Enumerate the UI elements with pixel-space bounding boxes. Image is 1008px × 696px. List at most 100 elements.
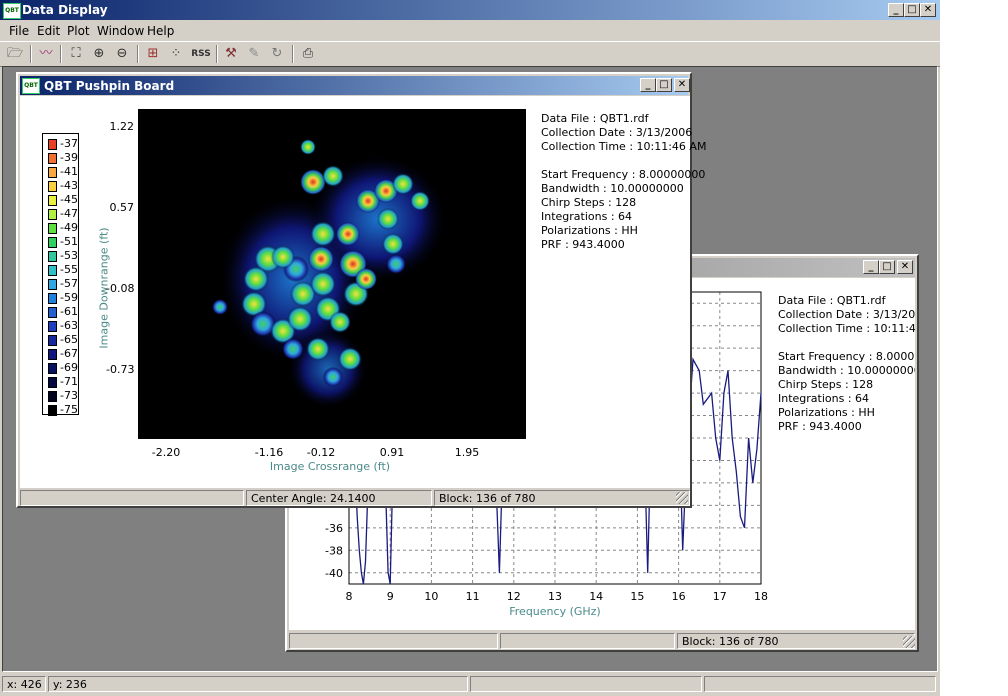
menu-window[interactable]: Window: [97, 24, 144, 38]
x-tick-label: 10: [424, 590, 438, 603]
legend-swatch: [48, 265, 57, 276]
legend-label: -53: [60, 249, 78, 262]
legend-swatch: [48, 195, 57, 206]
frequency-info-panel: Data File : QBT1.rdf Collection Date : 3…: [778, 294, 915, 434]
frequency-status-blank: [289, 633, 498, 649]
status-panel: [704, 676, 936, 692]
legend-swatch: [48, 153, 57, 164]
pushpin-minimize-button[interactable]: _: [640, 78, 656, 92]
legend-label: -47: [60, 207, 78, 220]
sar-image-heatmap[interactable]: [138, 109, 526, 439]
legend-swatch: [48, 167, 57, 178]
pin-icon[interactable]: ✎: [244, 44, 264, 64]
legend-swatch: [48, 223, 57, 234]
frequency-minimize-button[interactable]: _: [863, 260, 879, 274]
legend-swatch: [48, 307, 57, 318]
info-line: Chirp Steps : 128: [541, 196, 637, 209]
x-tick-label: 17: [713, 590, 727, 603]
x-tick-label: 8: [346, 590, 353, 603]
menu-edit[interactable]: Edit: [37, 24, 60, 38]
zoom-fit-icon[interactable]: ⛶: [66, 44, 86, 64]
antenna-icon[interactable]: ⚒: [221, 44, 241, 64]
x-tick-label: 14: [589, 590, 603, 603]
app-titlebar[interactable]: QBT Data Display _ □ ✕: [0, 0, 940, 20]
info-line: Polarizations : HH: [541, 224, 638, 237]
menu-file[interactable]: File: [9, 24, 29, 38]
zoom-in-icon[interactable]: ⊕: [89, 44, 109, 64]
info-line: [778, 336, 915, 350]
y-tick-label: -40: [325, 567, 343, 580]
scatter-icon[interactable]: ⁘: [166, 44, 186, 64]
frequency-close-button[interactable]: ✕: [897, 260, 913, 274]
x-tick-label: -0.12: [306, 446, 336, 459]
info-line: Collection Time : 10:11:46 AM: [778, 322, 915, 335]
app-status-bar: x: 426 y: 236: [0, 674, 940, 696]
x-tick-label: 18: [754, 590, 768, 603]
pushpin-maximize-button[interactable]: □: [656, 78, 672, 92]
legend-label: -67: [60, 347, 78, 360]
frequency-maximize-button[interactable]: □: [879, 260, 895, 274]
legend-label: -59: [60, 291, 78, 304]
frequency-status-mid: [500, 633, 675, 649]
x-tick-label: -2.20: [151, 446, 181, 459]
legend-label: -57: [60, 277, 78, 290]
grid-axes-icon[interactable]: ⊞: [143, 44, 163, 64]
resize-grip-icon[interactable]: [903, 636, 915, 648]
menu-help[interactable]: Help: [147, 24, 174, 38]
y-tick-label: -38: [325, 544, 343, 557]
y-tick-label: -0.73: [106, 363, 135, 376]
frequency-status-block: Block: 136 of 780: [677, 633, 915, 649]
refresh-icon[interactable]: ↻: [267, 44, 287, 64]
toolbar-separator: [216, 45, 218, 63]
print-icon[interactable]: ⎙: [298, 44, 318, 64]
x-tick-label: 12: [507, 590, 521, 603]
status-panel: [470, 676, 702, 692]
pushpin-plot-area: -37 -39 -41 -43 -45 -47 -49 -51 -53 -55 -57 -59 -61-…: [20, 96, 706, 488]
info-line: Collection Date : 3/13/2006: [778, 308, 915, 321]
app-title: Data Display: [22, 3, 108, 17]
legend-swatch: [48, 237, 57, 248]
app-minimize-button[interactable]: _: [888, 3, 904, 17]
colorbar-legend: -37 -39 -41 -43 -45 -47 -49 -51 -53 -55 -57 -59 -61-…: [42, 133, 79, 416]
app-close-button[interactable]: ✕: [920, 3, 936, 17]
toolbar: 🗁 〰 ⛶ ⊕ ⊖ ⊞ ⁘ RSS ⚒ ✎ ↻ ⎙: [0, 41, 940, 67]
pushpin-status-block: Block: 136 of 780: [434, 490, 690, 506]
menu-plot[interactable]: Plot: [67, 24, 90, 38]
pushpin-window-titlebar[interactable]: QBT QBT Pushpin Board _ □ ✕: [20, 76, 690, 95]
legend-swatch: [48, 209, 57, 220]
zoom-out-icon[interactable]: ⊖: [112, 44, 132, 64]
info-line: PRF : 943.4000: [541, 238, 625, 251]
info-line: Chirp Steps : 128: [778, 378, 874, 391]
legend-swatch: [48, 139, 57, 150]
pushpin-close-button[interactable]: ✕: [674, 78, 690, 92]
x-tick-label: 0.91: [379, 446, 405, 459]
menu-bar: File Edit Plot Window Help: [0, 21, 940, 41]
x-tick-label: 11: [466, 590, 480, 603]
y-tick-label: -0.08: [106, 282, 135, 295]
info-line: Data File : QBT1.rdf: [778, 294, 886, 307]
resize-grip-icon[interactable]: [676, 492, 688, 504]
x-tick-label: 13: [548, 590, 562, 603]
toolbar-separator: [30, 45, 32, 63]
legend-label: -75: [60, 403, 78, 416]
info-line: Bandwidth : 10.00000000: [541, 182, 684, 195]
app-maximize-button[interactable]: □: [904, 3, 920, 17]
info-line: Start Frequency : 8.00000000: [541, 168, 706, 181]
legend-swatch: [48, 279, 57, 290]
legend-label: -43: [60, 179, 78, 192]
legend-swatch: [48, 349, 57, 360]
legend-swatch: [48, 321, 57, 332]
x-tick-label: 15: [630, 590, 644, 603]
legend-label: -61: [60, 305, 78, 318]
toolbar-separator: [137, 45, 139, 63]
plot-chart-icon[interactable]: 〰: [36, 44, 56, 64]
legend-label: -51: [60, 235, 78, 248]
isolated-blob: [212, 299, 228, 315]
x-axis-label: Frequency (GHz): [509, 605, 600, 618]
pushpin-status-center-angle: Center Angle: 24.1400: [246, 490, 432, 506]
legend-swatch: [48, 405, 57, 416]
legend-label: -69: [60, 361, 78, 374]
open-folder-icon[interactable]: 🗁: [5, 44, 25, 64]
x-tick-label: -1.16: [254, 446, 284, 459]
rss-button[interactable]: RSS: [189, 44, 213, 64]
